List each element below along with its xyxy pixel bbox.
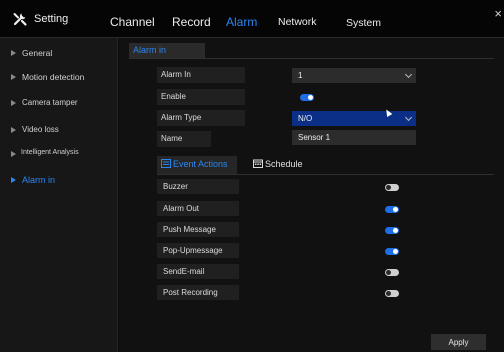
alarm-out-label: Alarm Out <box>157 201 239 216</box>
tab-schedule-label: Schedule <box>265 159 303 169</box>
alarm-in-label: Alarm In <box>157 67 245 83</box>
sidebar-item-general[interactable]: General <box>0 42 118 66</box>
push-message-toggle[interactable] <box>385 227 399 234</box>
send-email-toggle[interactable] <box>385 269 399 276</box>
apply-button[interactable]: Apply <box>431 334 486 350</box>
sidebar-item-label: Video loss <box>22 125 59 134</box>
tab-alarm[interactable]: Alarm <box>226 15 257 29</box>
arrow-right-icon <box>11 74 16 80</box>
pop-up-message-label: Pop-Upmessage <box>157 243 239 258</box>
alarm-out-toggle[interactable] <box>385 206 399 213</box>
post-recording-toggle[interactable] <box>385 290 399 297</box>
toggle-knob <box>386 270 391 275</box>
sidebar-item-label: Alarm in <box>22 175 56 185</box>
chevron-down-icon <box>404 113 413 122</box>
sidebar-item-intelligent-analysis[interactable]: Intelligent Analysis <box>0 143 118 167</box>
tab-system[interactable]: System <box>346 17 381 29</box>
arrow-right-icon <box>11 127 16 133</box>
send-email-label: SendE-mail <box>157 264 239 279</box>
post-recording-label: Post Recording <box>157 285 239 300</box>
toggle-knob <box>393 249 398 254</box>
sidebar-item-alarm-in[interactable]: Alarm in <box>0 169 118 193</box>
tab-schedule[interactable]: Schedule <box>249 156 321 174</box>
sidebar-item-label: Camera tamper <box>22 98 78 107</box>
tab-network[interactable]: Network <box>278 16 317 28</box>
sidebar-item-motion-detection[interactable]: Motion detection <box>0 66 118 90</box>
sidebar-item-label: Motion detection <box>22 72 85 82</box>
alarm-type-label: Alarm Type <box>157 110 245 126</box>
tab-channel[interactable]: Channel <box>110 15 155 29</box>
alarm-type-select[interactable]: N/O <box>292 111 416 126</box>
enable-toggle[interactable] <box>300 94 314 101</box>
alarm-in-value: 1 <box>298 71 303 80</box>
alarm-type-value: N/O <box>298 114 313 123</box>
toggle-knob <box>393 207 398 212</box>
name-label: Name <box>157 131 211 147</box>
sidebar: General Motion detection Camera tamper V… <box>0 38 118 352</box>
alarm-in-select[interactable]: 1 <box>292 68 416 83</box>
main-panel: Alarm in Alarm In 1 Enable Alarm Type N/… <box>119 38 504 352</box>
buzzer-toggle[interactable] <box>385 184 399 191</box>
close-icon[interactable]: × <box>494 6 502 21</box>
arrow-right-icon <box>11 177 16 183</box>
pop-up-message-toggle[interactable] <box>385 248 399 255</box>
buzzer-label: Buzzer <box>157 179 239 194</box>
calendar-icon <box>253 159 263 168</box>
section-divider <box>129 58 494 59</box>
tab-record[interactable]: Record <box>172 15 211 29</box>
toggle-knob <box>308 95 313 100</box>
sidebar-item-label: Intelligent Analysis <box>21 149 79 156</box>
push-message-label: Push Message <box>157 222 239 237</box>
toggle-knob <box>386 185 391 190</box>
top-menu-bar: Setting Channel Record Alarm Network Sys… <box>0 0 504 38</box>
tab-event-actions-label: Event Actions <box>173 159 228 169</box>
arrow-right-icon <box>11 151 16 157</box>
arrow-right-icon <box>11 100 16 106</box>
sidebar-item-label: General <box>22 48 53 58</box>
app-title: Setting <box>34 13 69 25</box>
toggle-knob <box>386 291 391 296</box>
name-input[interactable]: Sensor 1 <box>292 130 416 145</box>
arrow-right-icon <box>11 50 16 56</box>
sidebar-item-video-loss[interactable]: Video loss <box>0 119 118 143</box>
tab-event-actions[interactable]: Event Actions <box>157 156 237 174</box>
name-value: Sensor 1 <box>298 133 331 142</box>
toggle-knob <box>393 228 398 233</box>
event-actions-icon <box>161 159 171 168</box>
sidebar-item-camera-tamper[interactable]: Camera tamper <box>0 92 118 116</box>
tools-icon <box>13 13 27 26</box>
chevron-down-icon <box>404 70 413 79</box>
subtab-divider <box>157 174 494 175</box>
section-title: Alarm in <box>129 43 205 58</box>
enable-label: Enable <box>157 89 245 105</box>
settings-window: Setting Channel Record Alarm Network Sys… <box>0 0 504 352</box>
